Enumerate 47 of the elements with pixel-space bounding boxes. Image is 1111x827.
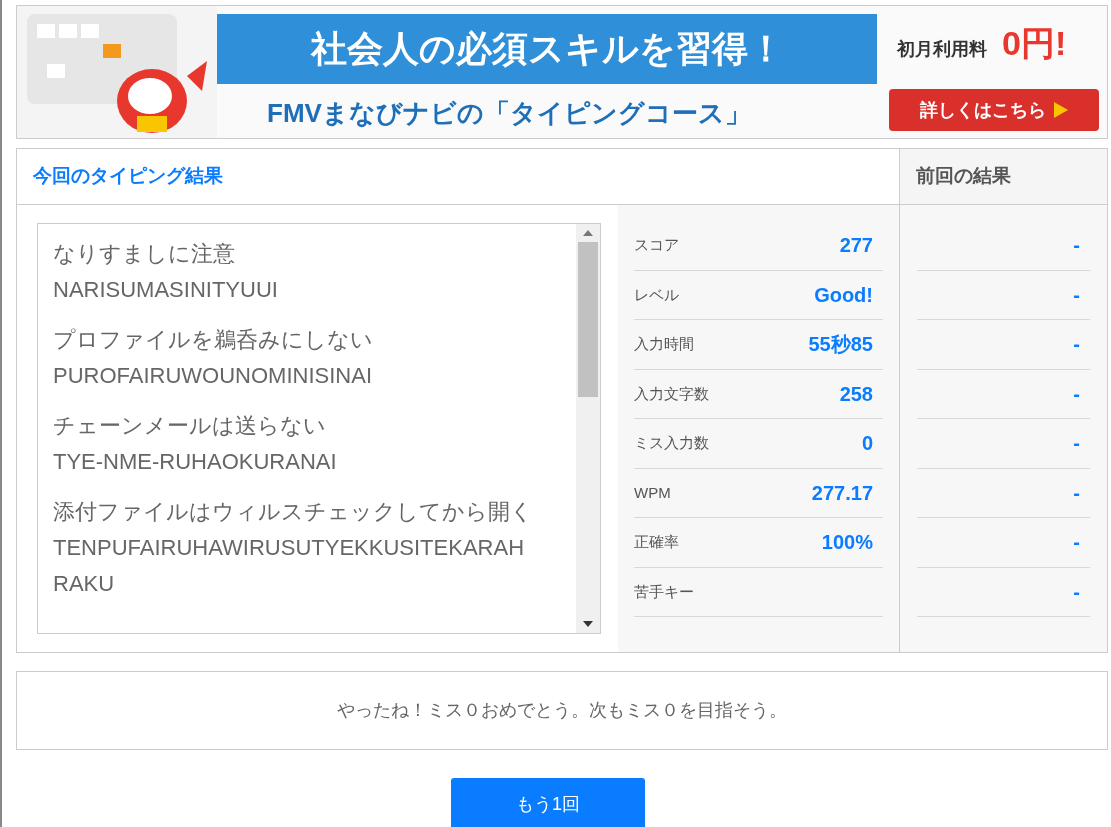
price: 0円! [1002,23,1067,64]
stat-label: 入力文字数 [634,383,709,404]
scroll-up-icon[interactable] [583,230,593,236]
play-icon [1054,102,1068,118]
scrollbar[interactable] [576,224,600,633]
phrase-romaji: TYE-NME-RUHAOKURANAI [53,448,338,476]
previous-value: - [1073,530,1080,556]
previous-value: - [1073,332,1080,358]
stat-label: 入力時間 [634,334,694,354]
retry-button[interactable]: もう1回 [451,778,645,827]
phrase-romaji: RAKU [53,570,116,598]
details-button[interactable]: 詳しくはこちら [889,89,1099,131]
stat-label: ミス入力数 [634,433,709,453]
phrase-text: チェーンメールは送らない [53,412,327,440]
stat-value: 277 [839,233,873,259]
stat-label: 正確率 [634,532,679,552]
price-label: 初月利用料 [897,38,987,61]
ad-banner[interactable]: 社会人の必須スキルを習得！ FMVまなびナビの「タイピングコース」 初月利用料 0円! 詳しくはこちら [16,5,1108,139]
phrase-romaji: NARISUMASINITYUUI [53,276,279,304]
banner-subline: FMVまなびナビの「タイピングコース」 [267,97,751,130]
stat-label: レベル [634,284,679,305]
stat-value: 55秒85 [808,332,873,358]
previous-value: - [1073,233,1080,259]
result-message: やったね！ミス０おめでとう。次もミス０を目指そう。 [337,699,787,722]
previous-value: - [1073,431,1080,457]
phrase-romaji: PUROFAIRUWOUNOMINISINAI [53,362,373,390]
phrase-text: プロファイルを鵜呑みにしない [53,326,374,354]
scroll-thumb[interactable] [578,242,598,397]
stat-value: 258 [839,381,873,407]
stat-value: 100% [821,530,873,556]
phrase-text: なりすましに注意 [53,240,236,268]
banner-headline: 社会人の必須スキルを習得！ [310,27,784,71]
stat-label: スコア [634,235,679,255]
stat-value: 0 [861,431,873,457]
previous-value: - [1073,282,1080,308]
previous-value: - [1073,381,1080,407]
previous-value: - [1073,579,1080,605]
phrase-romaji: TENPUFAIRUHAWIRUSUTYEKKUSITEKARAH [53,534,526,562]
stat-value: 277.17 [811,480,873,506]
phrase-text: 添付ファイルはウィルスチェックしてから開く [53,498,534,526]
previous-value: - [1073,480,1080,506]
previous-results-title: 前回の結果 [916,164,1011,189]
stat-label: WPM [634,482,671,503]
stat-value: Good! [814,282,873,308]
stat-label: 苦手キー [634,581,694,602]
current-results-title: 今回のタイピング結果 [33,164,223,189]
scroll-down-icon[interactable] [583,621,593,627]
